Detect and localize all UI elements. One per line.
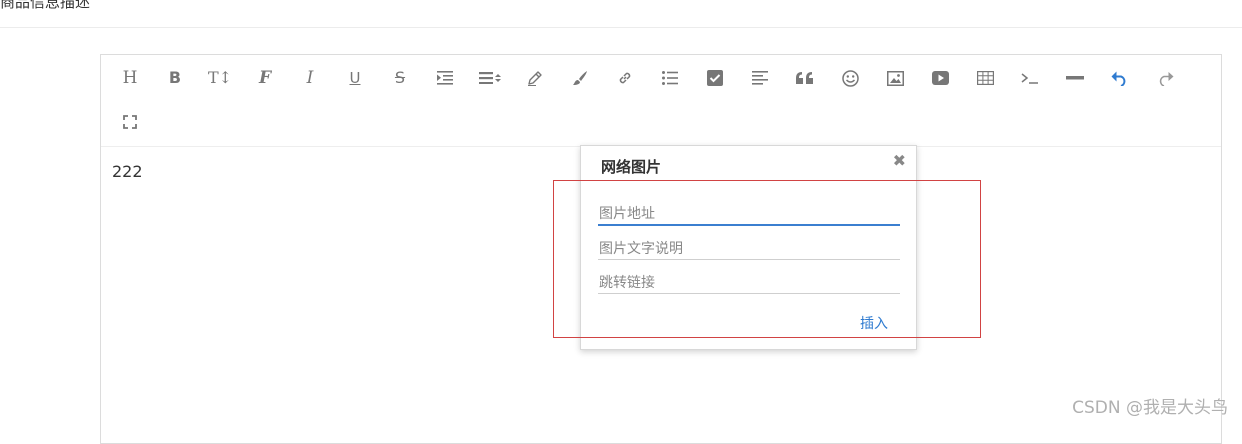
heading-icon: H bbox=[122, 67, 138, 88]
dialog-title: 网络图片 bbox=[601, 158, 662, 176]
page-title: 商品信息描述 bbox=[0, 0, 91, 11]
indent-icon bbox=[437, 71, 453, 85]
close-icon[interactable]: ✖ bbox=[893, 153, 906, 169]
watermark: CSDN @我是大头鸟 bbox=[1072, 398, 1228, 418]
font-size-button[interactable]: T↕ bbox=[205, 63, 235, 93]
bold-button[interactable]: B bbox=[160, 63, 190, 93]
list-button[interactable] bbox=[655, 63, 685, 93]
image-link-input[interactable] bbox=[598, 272, 900, 294]
italic-button[interactable]: I bbox=[295, 63, 325, 93]
redo-icon bbox=[1159, 72, 1174, 86]
fullscreen-icon bbox=[123, 115, 137, 129]
insert-button[interactable]: 插入 bbox=[860, 313, 888, 333]
network-image-dialog: 网络图片 ✖ 插入 bbox=[580, 145, 917, 350]
bold-icon: B bbox=[168, 68, 182, 87]
title-divider bbox=[0, 27, 1242, 28]
split-line-button[interactable] bbox=[1060, 63, 1090, 93]
justify-button[interactable] bbox=[745, 63, 775, 93]
strikethrough-icon: S bbox=[394, 68, 406, 87]
code-icon bbox=[1021, 73, 1038, 84]
image-alt-input[interactable] bbox=[598, 238, 900, 260]
link-icon bbox=[619, 72, 631, 84]
paint-brush-icon bbox=[573, 71, 587, 85]
font-size-icon: T↕ bbox=[207, 68, 233, 87]
strikethrough-button[interactable]: S bbox=[385, 63, 415, 93]
quote-button[interactable] bbox=[790, 63, 820, 93]
redo-button[interactable] bbox=[1150, 63, 1180, 93]
font-family-icon: F bbox=[258, 67, 272, 88]
underline-button[interactable]: U bbox=[340, 63, 370, 93]
underline-icon: U bbox=[349, 68, 361, 87]
todo-button[interactable] bbox=[700, 63, 730, 93]
editor-content[interactable]: 222 bbox=[112, 162, 143, 181]
video-button[interactable] bbox=[925, 63, 955, 93]
table-button[interactable] bbox=[970, 63, 1000, 93]
image-icon bbox=[886, 70, 904, 86]
table-icon bbox=[976, 71, 994, 85]
quote-icon bbox=[796, 72, 813, 84]
indent-button[interactable] bbox=[430, 63, 460, 93]
undo-button[interactable] bbox=[1105, 63, 1135, 93]
font-family-button[interactable]: F bbox=[250, 63, 280, 93]
line-height-button[interactable] bbox=[475, 63, 505, 93]
background-color-button[interactable] bbox=[565, 63, 595, 93]
video-icon bbox=[931, 71, 949, 85]
fullscreen-button[interactable] bbox=[115, 107, 145, 137]
pencil-icon bbox=[528, 71, 542, 86]
font-color-button[interactable] bbox=[520, 63, 550, 93]
italic-icon: I bbox=[306, 67, 314, 88]
checkbox-icon bbox=[707, 70, 723, 86]
editor-toolbar: H B T↕ F I U S bbox=[101, 55, 1221, 147]
line-height-icon bbox=[479, 72, 501, 84]
link-button[interactable] bbox=[610, 63, 640, 93]
image-url-input[interactable] bbox=[598, 204, 900, 226]
emoticon-button[interactable] bbox=[835, 63, 865, 93]
smile-icon bbox=[841, 69, 859, 87]
image-button[interactable] bbox=[880, 63, 910, 93]
align-left-icon bbox=[752, 71, 768, 85]
horizontal-rule-icon bbox=[1066, 76, 1084, 80]
undo-icon bbox=[1111, 71, 1126, 86]
code-button[interactable] bbox=[1015, 63, 1045, 93]
heading-button[interactable]: H bbox=[115, 63, 145, 93]
list-icon bbox=[662, 71, 678, 85]
